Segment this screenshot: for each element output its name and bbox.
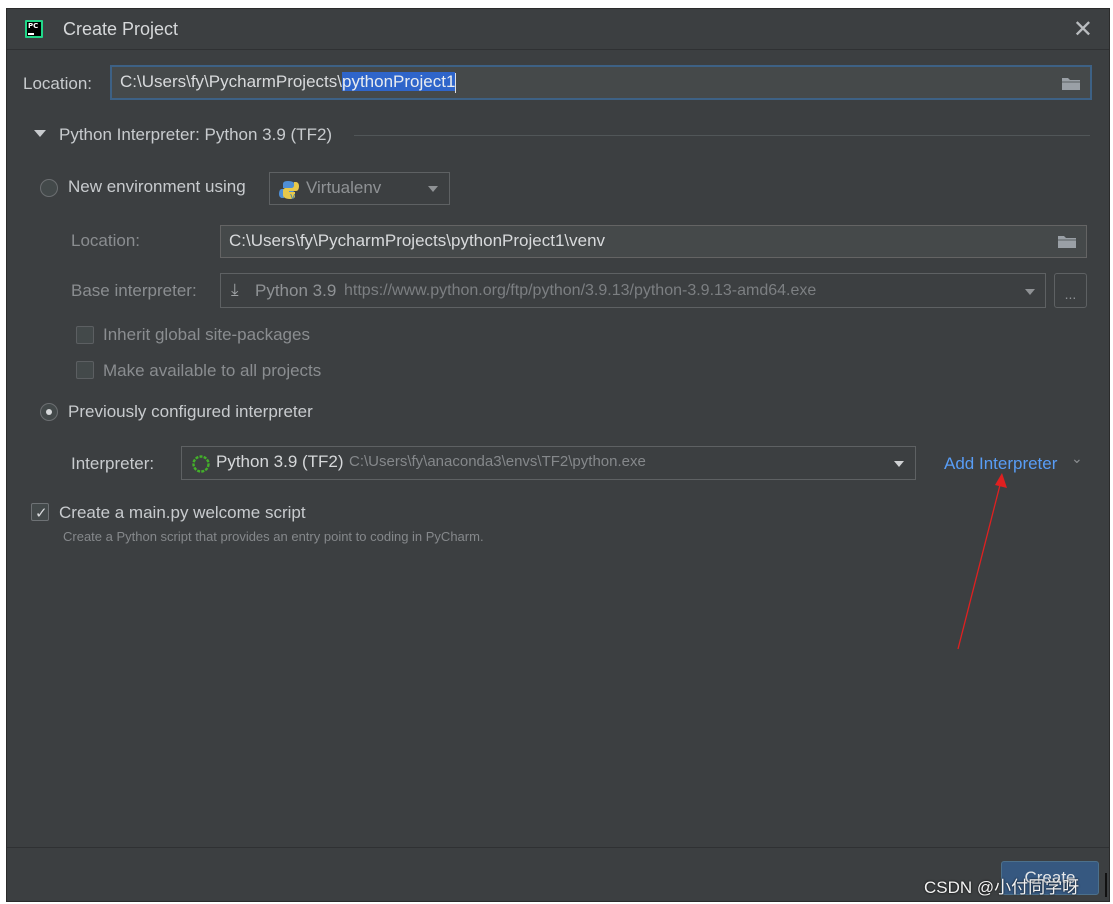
annotation-arrow — [957, 473, 1007, 650]
watermark: CSDN @小付同学呀 — [924, 878, 1080, 897]
cursor-bar — [1105, 873, 1107, 897]
create-project-dialog: PC Create Project ✕ Location: C:\Users\f… — [6, 8, 1110, 902]
